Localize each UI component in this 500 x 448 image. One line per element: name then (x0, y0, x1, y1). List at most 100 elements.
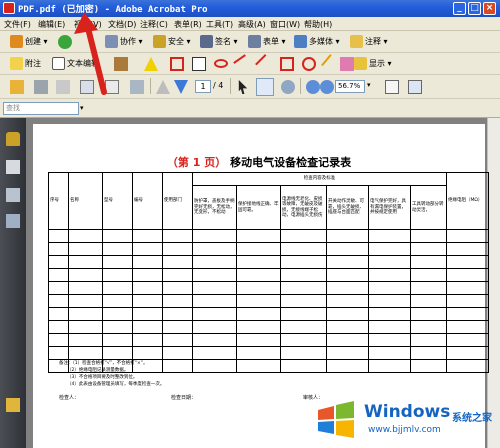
create-icon (10, 35, 23, 48)
sign-button[interactable]: 签名 ▾ (200, 35, 238, 49)
zoom-tool-icon[interactable] (130, 80, 144, 94)
zoom-dropdown-icon[interactable]: ▾ (367, 81, 381, 95)
menu-view[interactable]: 视图(V) (74, 19, 102, 30)
table-cell (236, 346, 281, 360)
zoom-level-input[interactable]: 56.7% (335, 80, 365, 93)
close-button[interactable]: × (483, 2, 496, 15)
signatures-icon[interactable] (6, 214, 20, 228)
table-cell (446, 307, 489, 321)
search-dropdown-icon[interactable]: ▾ (80, 104, 94, 118)
pencil-tool-icon[interactable] (321, 54, 341, 74)
page-number-input[interactable]: 1 (195, 80, 211, 93)
menu-forms[interactable]: 表单(R) (174, 19, 202, 30)
oval-tool-icon[interactable] (302, 57, 316, 71)
forms-button[interactable]: 表单 ▾ (248, 35, 286, 49)
callout-icon[interactable] (170, 57, 184, 71)
table-cell (102, 320, 133, 334)
create-button[interactable]: 创建 ▾ (10, 35, 48, 49)
collaborate-button[interactable]: 协作 ▾ (105, 35, 143, 49)
menu-window[interactable]: 窗口(W) (270, 19, 300, 30)
table-cell (446, 346, 489, 360)
text-edit-button[interactable]: 文本编辑 (52, 57, 99, 71)
collaborate-label: 协作 (120, 37, 136, 46)
marquee-zoom-icon[interactable] (281, 80, 295, 94)
col-header: 绝缘电阻（MΩ） (446, 172, 489, 230)
menu-document[interactable]: 文档(D) (108, 19, 136, 30)
menu-file[interactable]: 文件(F) (4, 19, 31, 30)
open-icon[interactable] (10, 80, 24, 94)
col-header: 编号 (132, 172, 163, 230)
line-tool-icon[interactable] (255, 54, 275, 74)
search-input[interactable]: 查找 (3, 102, 79, 115)
eraser-tool-icon[interactable] (340, 57, 354, 71)
table-cell (162, 320, 193, 334)
multimedia-button[interactable]: 多媒体 ▾ (294, 35, 340, 49)
arrow-tool-icon[interactable] (233, 54, 253, 74)
table-cell (162, 268, 193, 282)
warning-icon[interactable] (144, 57, 158, 71)
textbox-icon[interactable] (192, 57, 206, 71)
col-header: 型号 (102, 172, 133, 230)
table-cell (192, 307, 237, 321)
table-cell (280, 346, 327, 360)
table-cell (162, 333, 193, 347)
actual-size-icon[interactable] (385, 80, 399, 94)
table-cell (326, 359, 369, 373)
date-label: 检查日期： (171, 395, 197, 401)
menu-edit[interactable]: 编辑(E) (38, 19, 65, 30)
table-row (48, 255, 489, 269)
table-cell (48, 307, 69, 321)
table-cell (192, 294, 237, 308)
menu-help[interactable]: 帮助(H) (304, 19, 332, 30)
maximize-button[interactable]: □ (468, 2, 481, 15)
menu-advanced[interactable]: 高级(A) (238, 19, 266, 30)
prev-page-icon[interactable] (156, 80, 170, 94)
acrobat-app-icon[interactable] (3, 2, 15, 14)
table-cell (410, 307, 447, 321)
menu-comments[interactable]: 注释(C) (140, 19, 168, 30)
inspector-label: 检查人： (59, 395, 80, 401)
menu-tools[interactable]: 工具(T) (206, 19, 233, 30)
table-cell (102, 333, 133, 347)
title-bar: PDF.pdf (已加密) - Adobe Acrobat Pro _ □ × (0, 0, 500, 17)
cloud-icon[interactable] (214, 59, 228, 68)
table-cell (48, 268, 69, 282)
email-icon[interactable] (80, 80, 94, 94)
table-row (48, 294, 489, 308)
table-cell (280, 268, 327, 282)
stamp-icon[interactable] (114, 57, 128, 71)
next-page-icon[interactable] (174, 80, 188, 94)
security-button[interactable]: 安全 ▾ (153, 35, 191, 49)
comment-button[interactable]: 注释 ▾ (350, 35, 388, 49)
combine-icon[interactable] (58, 35, 72, 49)
attachments-icon[interactable] (6, 188, 20, 202)
collaborate-icon (105, 35, 118, 48)
separator (300, 78, 301, 94)
save-icon[interactable] (56, 80, 70, 94)
separator (230, 78, 231, 94)
pages-icon[interactable] (6, 160, 20, 174)
show-button[interactable]: 显示 ▾ (354, 57, 392, 71)
comments-icon[interactable] (6, 398, 20, 412)
table-cell (192, 255, 237, 269)
table-cell (446, 359, 489, 373)
lock-icon[interactable] (6, 132, 20, 146)
rectangle-tool-icon[interactable] (280, 57, 294, 71)
minimize-button[interactable]: _ (453, 2, 466, 15)
table-cell (102, 307, 133, 321)
header-row: 序号 名称 型号 编号 使用部门 检查内容及标准 绝缘电阻（MΩ） (48, 172, 489, 230)
table-cell (368, 346, 411, 360)
table-cell (102, 346, 133, 360)
note-button[interactable]: 附注 (10, 57, 41, 71)
table-cell (132, 268, 163, 282)
table-cell (368, 333, 411, 347)
col-header: 保护接地线正确、牢固可靠。 (236, 185, 281, 230)
zoom-in-icon[interactable] (320, 80, 334, 94)
zoom-out-icon[interactable] (306, 80, 320, 94)
print-icon[interactable] (34, 80, 48, 94)
fit-page-icon[interactable] (408, 80, 422, 94)
select-icon[interactable] (238, 80, 248, 94)
col-header: 使用部门 (162, 172, 193, 230)
hand-icon[interactable] (256, 78, 274, 96)
find-icon[interactable] (105, 80, 119, 94)
